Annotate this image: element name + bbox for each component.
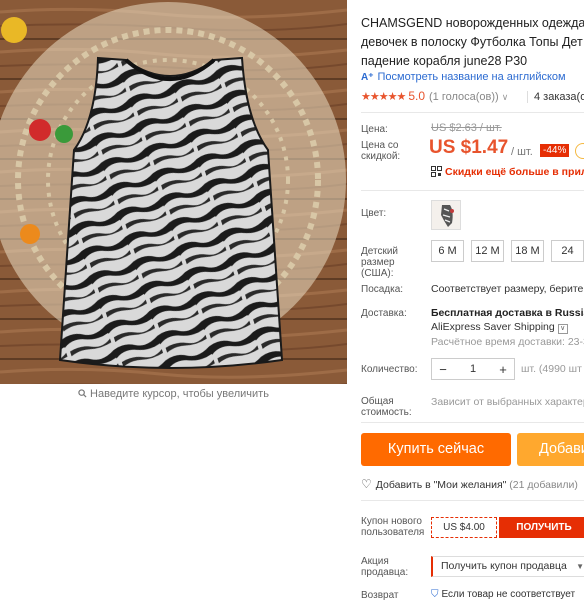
product-title-line: девочек в полоску Футболка Топы Дет bbox=[361, 35, 583, 49]
size-options: 6 M 12 M 18 M 24 bbox=[431, 240, 584, 262]
product-title: CHAMSGEND новорожденных одежда девочек в… bbox=[361, 14, 584, 71]
shipping-value: Бесплатная доставка в Russian bbox=[431, 307, 584, 319]
caret-down-icon: ▼ bbox=[576, 562, 584, 571]
discount-price-label: Цена со скидкой: bbox=[361, 140, 401, 162]
size-option[interactable]: 12 M bbox=[471, 240, 504, 262]
seller-promo-label: Акция продавца: bbox=[361, 556, 409, 578]
zoom-hint-text: Наведите курсор, чтобы увеличить bbox=[90, 388, 269, 400]
shipping-label: Доставка: bbox=[361, 308, 407, 319]
magnifier-icon bbox=[78, 389, 87, 401]
quantity-input[interactable]: 1 bbox=[454, 363, 492, 375]
divider bbox=[361, 190, 584, 191]
product-title-line: падение корабля june28 P30 bbox=[361, 54, 528, 68]
app-discount-link[interactable]: Скидки ещё больше в прилож bbox=[431, 166, 584, 180]
total-value: Зависит от выбранных характер bbox=[431, 396, 584, 408]
shipping-method-select[interactable]: AliExpress Saver Shipping ∨ bbox=[431, 321, 568, 334]
fit-value: Соответствует размеру, берите с bbox=[431, 283, 584, 295]
translate-title-link[interactable]: A⁺ Посмотреть название на английском bbox=[361, 71, 566, 83]
translate-icon: A⁺ bbox=[361, 72, 374, 83]
total-label: Общая стоимость: bbox=[361, 396, 412, 418]
quantity-stepper: − 1 + bbox=[431, 358, 515, 380]
size-option[interactable]: 24 bbox=[551, 240, 584, 262]
old-price: US $2.63 / шт. bbox=[431, 122, 502, 134]
buy-now-button[interactable]: Купить сейчас bbox=[361, 433, 511, 466]
chevron-down-icon: ∨ bbox=[557, 324, 568, 334]
returns-policy[interactable]: ⛉ Если товар не соответствует bbox=[431, 589, 575, 600]
rating-value: 5.0 bbox=[408, 89, 425, 103]
swatch-thumbnail bbox=[432, 201, 460, 229]
product-photo bbox=[0, 0, 347, 384]
seller-coupon-text: Получить купон продавца bbox=[441, 560, 567, 572]
returns-label: Возврат bbox=[361, 590, 399, 601]
product-title-line: CHAMSGEND новорожденных одежда bbox=[361, 16, 584, 30]
shipping-method-text: AliExpress Saver Shipping bbox=[431, 321, 555, 333]
returns-text: Если товар не соответствует bbox=[441, 589, 576, 600]
price-unit: / шт. bbox=[511, 146, 533, 158]
quantity-available: шт. (4990 шт bbox=[521, 363, 582, 375]
product-image[interactable] bbox=[0, 0, 347, 384]
app-discount-text: Скидки ещё больше в прилож bbox=[445, 166, 584, 178]
coin-icon bbox=[575, 143, 584, 159]
price-label: Цена: bbox=[361, 124, 388, 135]
size-option[interactable]: 18 M bbox=[511, 240, 544, 262]
quantity-label: Количество: bbox=[361, 364, 418, 375]
orders-count: 4 заказа(ов) bbox=[527, 91, 584, 103]
divider bbox=[361, 500, 584, 501]
seller-coupon-dropdown[interactable]: Получить купон продавца ▼ bbox=[431, 556, 584, 577]
size-option[interactable]: 6 M bbox=[431, 240, 464, 262]
get-coupon-button[interactable]: ПОЛУЧИТЬ bbox=[499, 517, 584, 538]
discount-badge: -44% bbox=[540, 144, 570, 157]
quantity-minus-button[interactable]: − bbox=[432, 362, 454, 377]
add-to-wishlist-link[interactable]: ♡ Добавить в "Мои желания" (21 добавили) bbox=[361, 477, 578, 491]
rating-stars-icon: ★★★★★ bbox=[361, 91, 406, 103]
chevron-down-icon: ∨ bbox=[501, 92, 509, 102]
wishlist-count: (21 добавили) bbox=[509, 479, 578, 491]
product-info-panel: CHAMSGEND новорожденных одежда девочек в… bbox=[361, 0, 584, 604]
qr-code-icon bbox=[431, 166, 442, 180]
quantity-plus-button[interactable]: + bbox=[492, 362, 514, 377]
zoom-hint: Наведите курсор, чтобы увеличить bbox=[0, 388, 347, 401]
heart-icon: ♡ bbox=[361, 477, 372, 491]
wishlist-text: Добавить в "Мои желания" bbox=[375, 479, 507, 491]
add-to-cart-button[interactable]: Добави bbox=[517, 433, 584, 466]
new-user-coupon-label: Купон нового пользователя bbox=[361, 516, 425, 538]
delivery-estimate: Расчётное время доставки: 23-3 bbox=[431, 336, 584, 348]
sale-price: US $1.47 bbox=[429, 137, 509, 158]
divider bbox=[361, 422, 584, 423]
rating-count: (1 голоса(ов)) bbox=[429, 91, 499, 103]
color-swatch[interactable] bbox=[431, 200, 461, 230]
fit-label: Посадка: bbox=[361, 284, 404, 295]
size-label: Детский размер (США): bbox=[361, 246, 399, 279]
new-user-coupon-amount: US $4.00 bbox=[431, 517, 497, 538]
translate-link-text: Посмотреть название на английском bbox=[377, 71, 566, 83]
color-label: Цвет: bbox=[361, 208, 387, 219]
rating[interactable]: ★★★★★ 5.0 (1 голоса(ов)) ∨ bbox=[361, 89, 508, 103]
shield-icon: ⛉ bbox=[431, 589, 439, 600]
divider bbox=[361, 112, 584, 113]
